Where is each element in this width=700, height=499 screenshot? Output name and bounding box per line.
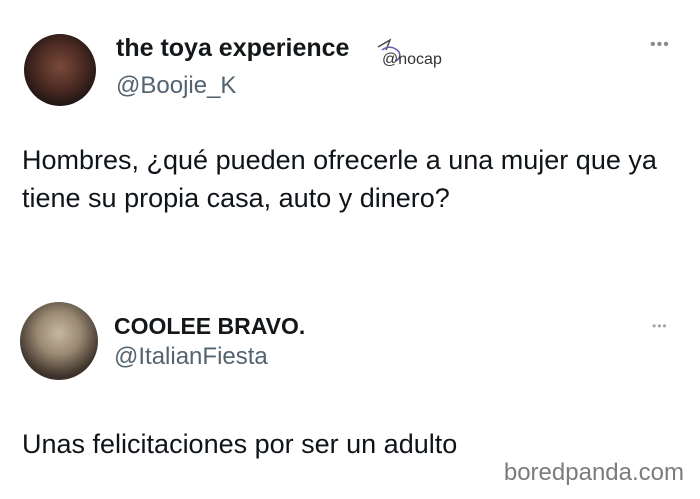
more-options-icon[interactable]: ••• [650, 36, 670, 54]
avatar[interactable] [20, 302, 98, 380]
avatar[interactable] [24, 34, 96, 106]
watermark: boredpanda.com [503, 459, 684, 486]
user-handle[interactable]: @ItalianFiesta [114, 343, 268, 371]
more-options-icon[interactable]: ••• [652, 319, 668, 333]
tweet-text: Hombres, ¿qué pueden ofrecerle a una muj… [22, 145, 657, 213]
tweet-text: Unas felicitaciones por ser un adulto [22, 429, 458, 459]
user-handle[interactable]: @Boojie_K [116, 72, 236, 100]
badge-text: @nocap [382, 51, 442, 68]
display-name[interactable]: the toya experience [116, 34, 349, 63]
display-name[interactable]: COOLEE BRAVO. [114, 313, 305, 340]
tweet-card: the toya experience @nocap @Boojie_K •••… [0, 0, 700, 250]
unicorn-icon: @nocap [372, 38, 446, 72]
